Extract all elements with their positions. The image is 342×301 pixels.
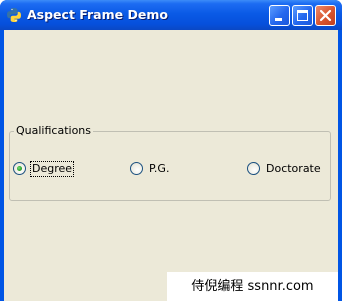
radio-button[interactable] xyxy=(247,162,260,175)
title-bar[interactable]: Aspect Frame Demo xyxy=(0,0,342,30)
groupbox-label: Qualifications xyxy=(14,124,94,138)
radio-selected-dot xyxy=(17,166,22,171)
python-icon xyxy=(7,8,21,22)
radio-button-selected[interactable] xyxy=(13,162,26,175)
radio-degree-label[interactable]: Degree xyxy=(29,160,75,177)
minimize-button[interactable] xyxy=(269,5,290,26)
maximize-button[interactable] xyxy=(292,5,313,26)
radio-pg-label[interactable]: P.G. xyxy=(148,162,170,176)
close-button[interactable] xyxy=(315,5,336,26)
radio-doctorate[interactable]: Doctorate xyxy=(247,161,322,176)
window-title: Aspect Frame Demo xyxy=(27,7,168,22)
close-icon xyxy=(319,9,332,22)
radio-button[interactable] xyxy=(130,162,143,175)
radio-pg[interactable]: P.G. xyxy=(130,161,170,176)
maximize-icon xyxy=(297,10,308,21)
qualifications-groupbox: Qualifications Degree P.G. Doctorate xyxy=(9,124,331,201)
radio-degree[interactable]: Degree xyxy=(13,160,75,177)
app-window: Aspect Frame Demo Qualifications Degree … xyxy=(0,0,342,301)
window-client-area: Qualifications Degree P.G. Doctorate xyxy=(4,30,338,301)
watermark-text: 侍倪编程 ssnnr.com xyxy=(167,272,338,301)
radio-doctorate-label[interactable]: Doctorate xyxy=(265,162,322,176)
minimize-icon xyxy=(275,18,282,21)
